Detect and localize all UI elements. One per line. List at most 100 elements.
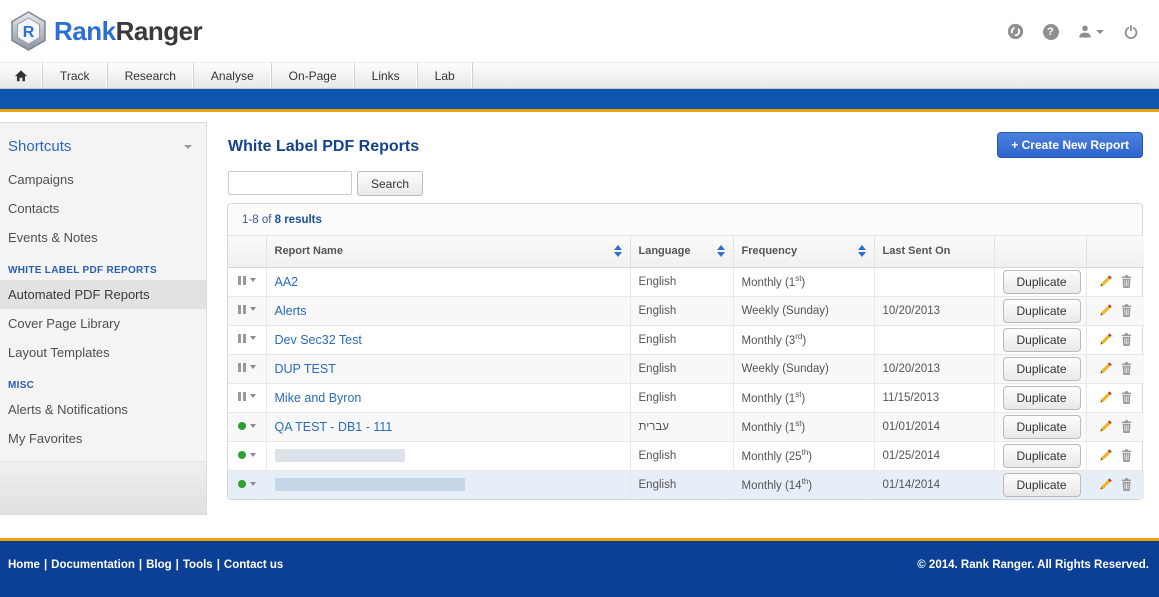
nav-tab-research[interactable]: Research bbox=[108, 63, 194, 88]
edit-pencil-icon[interactable] bbox=[1098, 477, 1113, 492]
report-name-link[interactable]: DUP TEST bbox=[275, 362, 336, 376]
edit-pencil-icon[interactable] bbox=[1098, 448, 1113, 463]
row-actions-cell bbox=[1086, 296, 1144, 325]
sort-asc-icon[interactable] bbox=[858, 245, 866, 250]
page-title: White Label PDF Reports bbox=[228, 138, 419, 156]
logout-power-icon[interactable] bbox=[1122, 23, 1139, 40]
sidebar-item-my-favorites[interactable]: My Favorites bbox=[0, 424, 206, 453]
sort-desc-icon[interactable] bbox=[858, 252, 866, 257]
sidebar-item-alerts-notifications[interactable]: Alerts & Notifications bbox=[0, 395, 206, 424]
delete-trash-icon[interactable] bbox=[1119, 361, 1134, 376]
chevron-down-icon bbox=[250, 424, 256, 428]
edit-pencil-icon[interactable] bbox=[1098, 361, 1113, 376]
sidebar-item-campaigns[interactable]: Campaigns bbox=[0, 165, 206, 194]
report-name-cell: Alerts bbox=[266, 296, 630, 325]
nav-tab-on-page[interactable]: On-Page bbox=[272, 63, 355, 88]
delete-trash-icon[interactable] bbox=[1119, 448, 1134, 463]
sort-asc-icon[interactable] bbox=[717, 245, 725, 250]
report-name-link[interactable]: Dev Sec32 Test bbox=[275, 333, 362, 347]
paused-icon bbox=[238, 392, 246, 401]
status-active-menu[interactable] bbox=[238, 422, 256, 430]
duplicate-button[interactable]: Duplicate bbox=[1003, 328, 1081, 352]
delete-trash-icon[interactable] bbox=[1119, 332, 1134, 347]
sort-arrows-icon[interactable] bbox=[614, 245, 622, 257]
report-name-link[interactable]: Alerts bbox=[275, 304, 307, 318]
redacted-report-name bbox=[275, 449, 405, 462]
nav-tab-track[interactable]: Track bbox=[43, 63, 108, 88]
sort-desc-icon[interactable] bbox=[614, 252, 622, 257]
column-header-frequency[interactable]: Frequency bbox=[733, 236, 874, 267]
edit-pencil-icon[interactable] bbox=[1098, 332, 1113, 347]
nav-tab-analyse[interactable]: Analyse bbox=[194, 63, 272, 88]
status-active-menu[interactable] bbox=[238, 480, 256, 488]
sort-asc-icon[interactable] bbox=[614, 245, 622, 250]
sort-arrows-icon[interactable] bbox=[717, 245, 725, 257]
delete-trash-icon[interactable] bbox=[1119, 274, 1134, 289]
duplicate-button[interactable]: Duplicate bbox=[1003, 444, 1081, 468]
frequency-text: Weekly (Sunday) bbox=[742, 363, 829, 375]
delete-trash-icon[interactable] bbox=[1119, 390, 1134, 405]
column-header-language[interactable]: Language bbox=[630, 236, 733, 267]
duplicate-cell: Duplicate bbox=[994, 325, 1086, 354]
edit-pencil-icon[interactable] bbox=[1098, 419, 1113, 434]
edit-pencil-icon[interactable] bbox=[1098, 303, 1113, 318]
sidebar-item-my-history[interactable]: My History bbox=[0, 453, 206, 482]
report-name-cell: QA TEST - DB1 - 111 bbox=[266, 412, 630, 441]
rankranger-logo[interactable]: R RankRanger bbox=[10, 11, 202, 51]
duplicate-button[interactable]: Duplicate bbox=[1003, 473, 1081, 497]
sort-arrows-icon[interactable] bbox=[858, 245, 866, 257]
delete-trash-icon[interactable] bbox=[1119, 419, 1134, 434]
duplicate-button[interactable]: Duplicate bbox=[1003, 415, 1081, 439]
svg-text:R: R bbox=[23, 24, 35, 41]
duplicate-button[interactable]: Duplicate bbox=[1003, 357, 1081, 381]
status-paused-menu[interactable] bbox=[238, 392, 256, 401]
edit-pencil-icon[interactable] bbox=[1098, 390, 1113, 405]
row-actions-cell bbox=[1086, 383, 1144, 412]
refresh-icon[interactable] bbox=[1007, 23, 1024, 40]
sidebar-item-layout-templates[interactable]: Layout Templates bbox=[0, 338, 206, 367]
delete-trash-icon[interactable] bbox=[1119, 477, 1134, 492]
sidebar-shortcuts-header[interactable]: Shortcuts bbox=[0, 123, 206, 165]
footer-link-blog[interactable]: Blog bbox=[146, 559, 172, 571]
nav-tab-lab[interactable]: Lab bbox=[418, 63, 473, 88]
footer-link-home[interactable]: Home bbox=[8, 559, 40, 571]
paused-icon bbox=[238, 305, 246, 314]
frequency-close: ) bbox=[801, 422, 805, 434]
status-active-menu[interactable] bbox=[238, 451, 256, 459]
frequency-cell: Weekly (Sunday) bbox=[733, 296, 874, 325]
status-paused-menu[interactable] bbox=[238, 276, 256, 285]
column-header-report-name[interactable]: Report Name bbox=[266, 236, 630, 267]
search-button[interactable]: Search bbox=[357, 171, 423, 196]
search-input[interactable] bbox=[228, 171, 352, 195]
footer-link-contact-us[interactable]: Contact us bbox=[224, 559, 283, 571]
frequency-text: Monthly (1 bbox=[742, 393, 796, 405]
sidebar-item-events-notes[interactable]: Events & Notes bbox=[0, 223, 206, 252]
app-header: R RankRanger ? bbox=[0, 0, 1159, 62]
duplicate-button[interactable]: Duplicate bbox=[1003, 270, 1081, 294]
create-new-report-button[interactable]: + Create New Report bbox=[997, 132, 1143, 158]
footer-link-tools[interactable]: Tools bbox=[183, 559, 213, 571]
sort-desc-icon[interactable] bbox=[717, 252, 725, 257]
sidebar-item-automated-pdf-reports[interactable]: Automated PDF Reports bbox=[0, 280, 206, 309]
help-icon[interactable]: ? bbox=[1042, 23, 1059, 40]
sidebar-item-cover-page-library[interactable]: Cover Page Library bbox=[0, 309, 206, 338]
duplicate-button[interactable]: Duplicate bbox=[1003, 299, 1081, 323]
edit-pencil-icon[interactable] bbox=[1098, 274, 1113, 289]
report-name-link[interactable]: QA TEST - DB1 - 111 bbox=[275, 420, 393, 434]
sidebar-item-contacts[interactable]: Contacts bbox=[0, 194, 206, 223]
status-paused-menu[interactable] bbox=[238, 305, 256, 314]
nav-tab-links[interactable]: Links bbox=[355, 63, 418, 88]
column-label: Language bbox=[639, 245, 691, 257]
paused-icon bbox=[238, 276, 246, 285]
nav-home-tab[interactable] bbox=[0, 63, 43, 88]
delete-trash-icon[interactable] bbox=[1119, 303, 1134, 318]
status-paused-menu[interactable] bbox=[238, 363, 256, 372]
status-paused-menu[interactable] bbox=[238, 334, 256, 343]
footer-link-documentation[interactable]: Documentation bbox=[51, 559, 135, 571]
duplicate-button[interactable]: Duplicate bbox=[1003, 386, 1081, 410]
report-name-link[interactable]: AA2 bbox=[275, 275, 299, 289]
footer-link-separator: | bbox=[139, 559, 142, 571]
user-menu[interactable] bbox=[1077, 24, 1104, 40]
sidebar: Shortcuts CampaignsContactsEvents & Note… bbox=[0, 122, 207, 515]
report-name-link[interactable]: Mike and Byron bbox=[275, 391, 362, 405]
